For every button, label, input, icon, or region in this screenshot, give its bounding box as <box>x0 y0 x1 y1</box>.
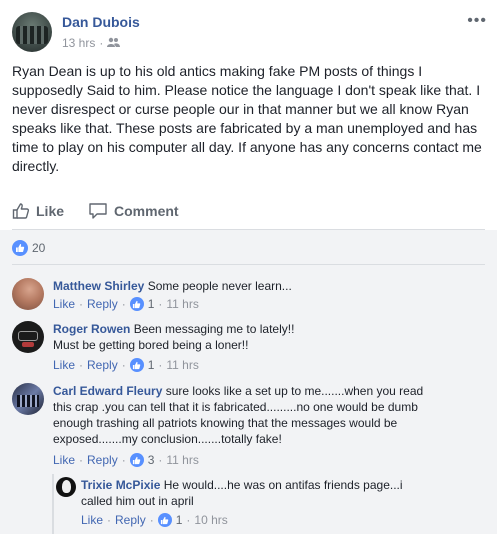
comment-text-line: enough trashing all patriots knowing tha… <box>53 416 398 430</box>
comment-body: Roger Rowen Been messaging me to lately!… <box>53 321 294 353</box>
commenter-name[interactable]: Matthew Shirley <box>53 279 144 293</box>
link-separator: · <box>121 297 126 311</box>
comment-like-link[interactable]: Like <box>53 453 75 467</box>
link-separator: · <box>79 453 84 467</box>
link-separator: · <box>158 358 163 372</box>
post-actions: Like Comment <box>12 196 485 226</box>
comment-like-count[interactable]: 1 <box>176 513 183 527</box>
comment-actions: Like · Reply · 1 · 11 hrs <box>53 297 199 311</box>
comment-like-count[interactable]: 1 <box>148 297 155 311</box>
like-button[interactable]: Like <box>12 202 64 220</box>
link-separator: · <box>186 513 191 527</box>
comment-text: sure looks like a set up to me.......whe… <box>165 384 424 398</box>
comment-text: Been messaging me to lately!! <box>133 322 295 336</box>
like-count-icon <box>129 453 144 467</box>
comment-time[interactable]: 11 hrs <box>166 358 198 372</box>
commenter-name[interactable]: Trixie McPixie <box>81 478 160 492</box>
comment-time[interactable]: 11 hrs <box>166 297 198 311</box>
commenter-avatar[interactable] <box>12 383 44 415</box>
comment-like-link[interactable]: Like <box>81 513 103 527</box>
comment-like-link[interactable]: Like <box>53 297 75 311</box>
reaction-count: 20 <box>32 241 46 255</box>
post-author[interactable]: Dan Dubois <box>62 14 140 30</box>
comment-time[interactable]: 10 hrs <box>194 513 227 527</box>
link-separator: · <box>79 358 84 372</box>
meta-separator: · <box>99 36 104 50</box>
reply-thread-line <box>52 474 54 534</box>
comment-text: Some people never learn... <box>147 279 292 293</box>
post-meta: 13 hrs · <box>62 36 121 50</box>
commenter-avatar[interactable] <box>12 321 44 353</box>
commenter-name[interactable]: Roger Rowen <box>53 322 130 336</box>
link-separator: · <box>158 297 163 311</box>
friends-icon[interactable] <box>107 36 121 50</box>
reactions-divider <box>12 264 485 265</box>
comment-like-count[interactable]: 3 <box>148 453 155 467</box>
comment-actions: Like · Reply · 1 · 10 hrs <box>81 513 228 527</box>
post-body: Ryan Dean is up to his old antics making… <box>12 63 482 174</box>
author-avatar[interactable] <box>12 12 52 52</box>
comment-actions: Like · Reply · 3 · 11 hrs <box>53 453 199 467</box>
comment-text-line: called him out in april <box>81 494 194 508</box>
more-options-icon[interactable]: ••• <box>467 12 487 30</box>
comment-body: Matthew Shirley Some people never learn.… <box>53 278 292 294</box>
comment-text: He would....he was on antifas friends pa… <box>163 478 403 492</box>
link-separator: · <box>107 513 112 527</box>
commenter-avatar[interactable] <box>12 278 44 310</box>
like-reaction-icon <box>12 240 28 256</box>
like-label: Like <box>36 203 65 219</box>
thumbs-up-icon <box>12 203 30 219</box>
link-separator: · <box>121 453 126 467</box>
like-count-icon <box>129 358 144 372</box>
comment-reply-link[interactable]: Reply <box>87 453 118 467</box>
comment-text-line: this crap .you can tell that it is fabri… <box>53 400 418 414</box>
commenter-avatar[interactable] <box>56 477 76 497</box>
reactions-summary[interactable]: 20 <box>12 240 45 256</box>
comment-like-count[interactable]: 1 <box>148 358 155 372</box>
link-separator: · <box>79 297 84 311</box>
post-time[interactable]: 13 hrs <box>62 36 95 50</box>
link-separator: · <box>158 453 163 467</box>
commenter-name[interactable]: Carl Edward Fleury <box>53 384 162 398</box>
like-count-icon <box>157 513 172 527</box>
comment-actions: Like · Reply · 1 · 11 hrs <box>53 358 199 372</box>
comment-bubble-icon <box>89 203 107 219</box>
comment-like-link[interactable]: Like <box>53 358 75 372</box>
link-separator: · <box>121 358 126 372</box>
comment-reply-link[interactable]: Reply <box>87 297 118 311</box>
comment-text-line: Must be getting bored being a loner!! <box>53 338 249 352</box>
comment-time[interactable]: 11 hrs <box>166 453 198 467</box>
link-separator: · <box>149 513 154 527</box>
post-header: Dan Dubois 13 hrs · ••• <box>12 12 487 56</box>
comment-label: Comment <box>114 203 179 219</box>
comment-text-line: exposed.......my conclusion.......totall… <box>53 432 282 446</box>
comment-reply-link[interactable]: Reply <box>87 358 118 372</box>
comment-button[interactable]: Comment <box>88 202 179 220</box>
comment-reply-link[interactable]: Reply <box>115 513 146 527</box>
comment-body: Trixie McPixie He would....he was on ant… <box>81 477 461 509</box>
like-count-icon <box>129 297 144 311</box>
comment-body: Carl Edward Fleury sure looks like a set… <box>53 383 473 447</box>
